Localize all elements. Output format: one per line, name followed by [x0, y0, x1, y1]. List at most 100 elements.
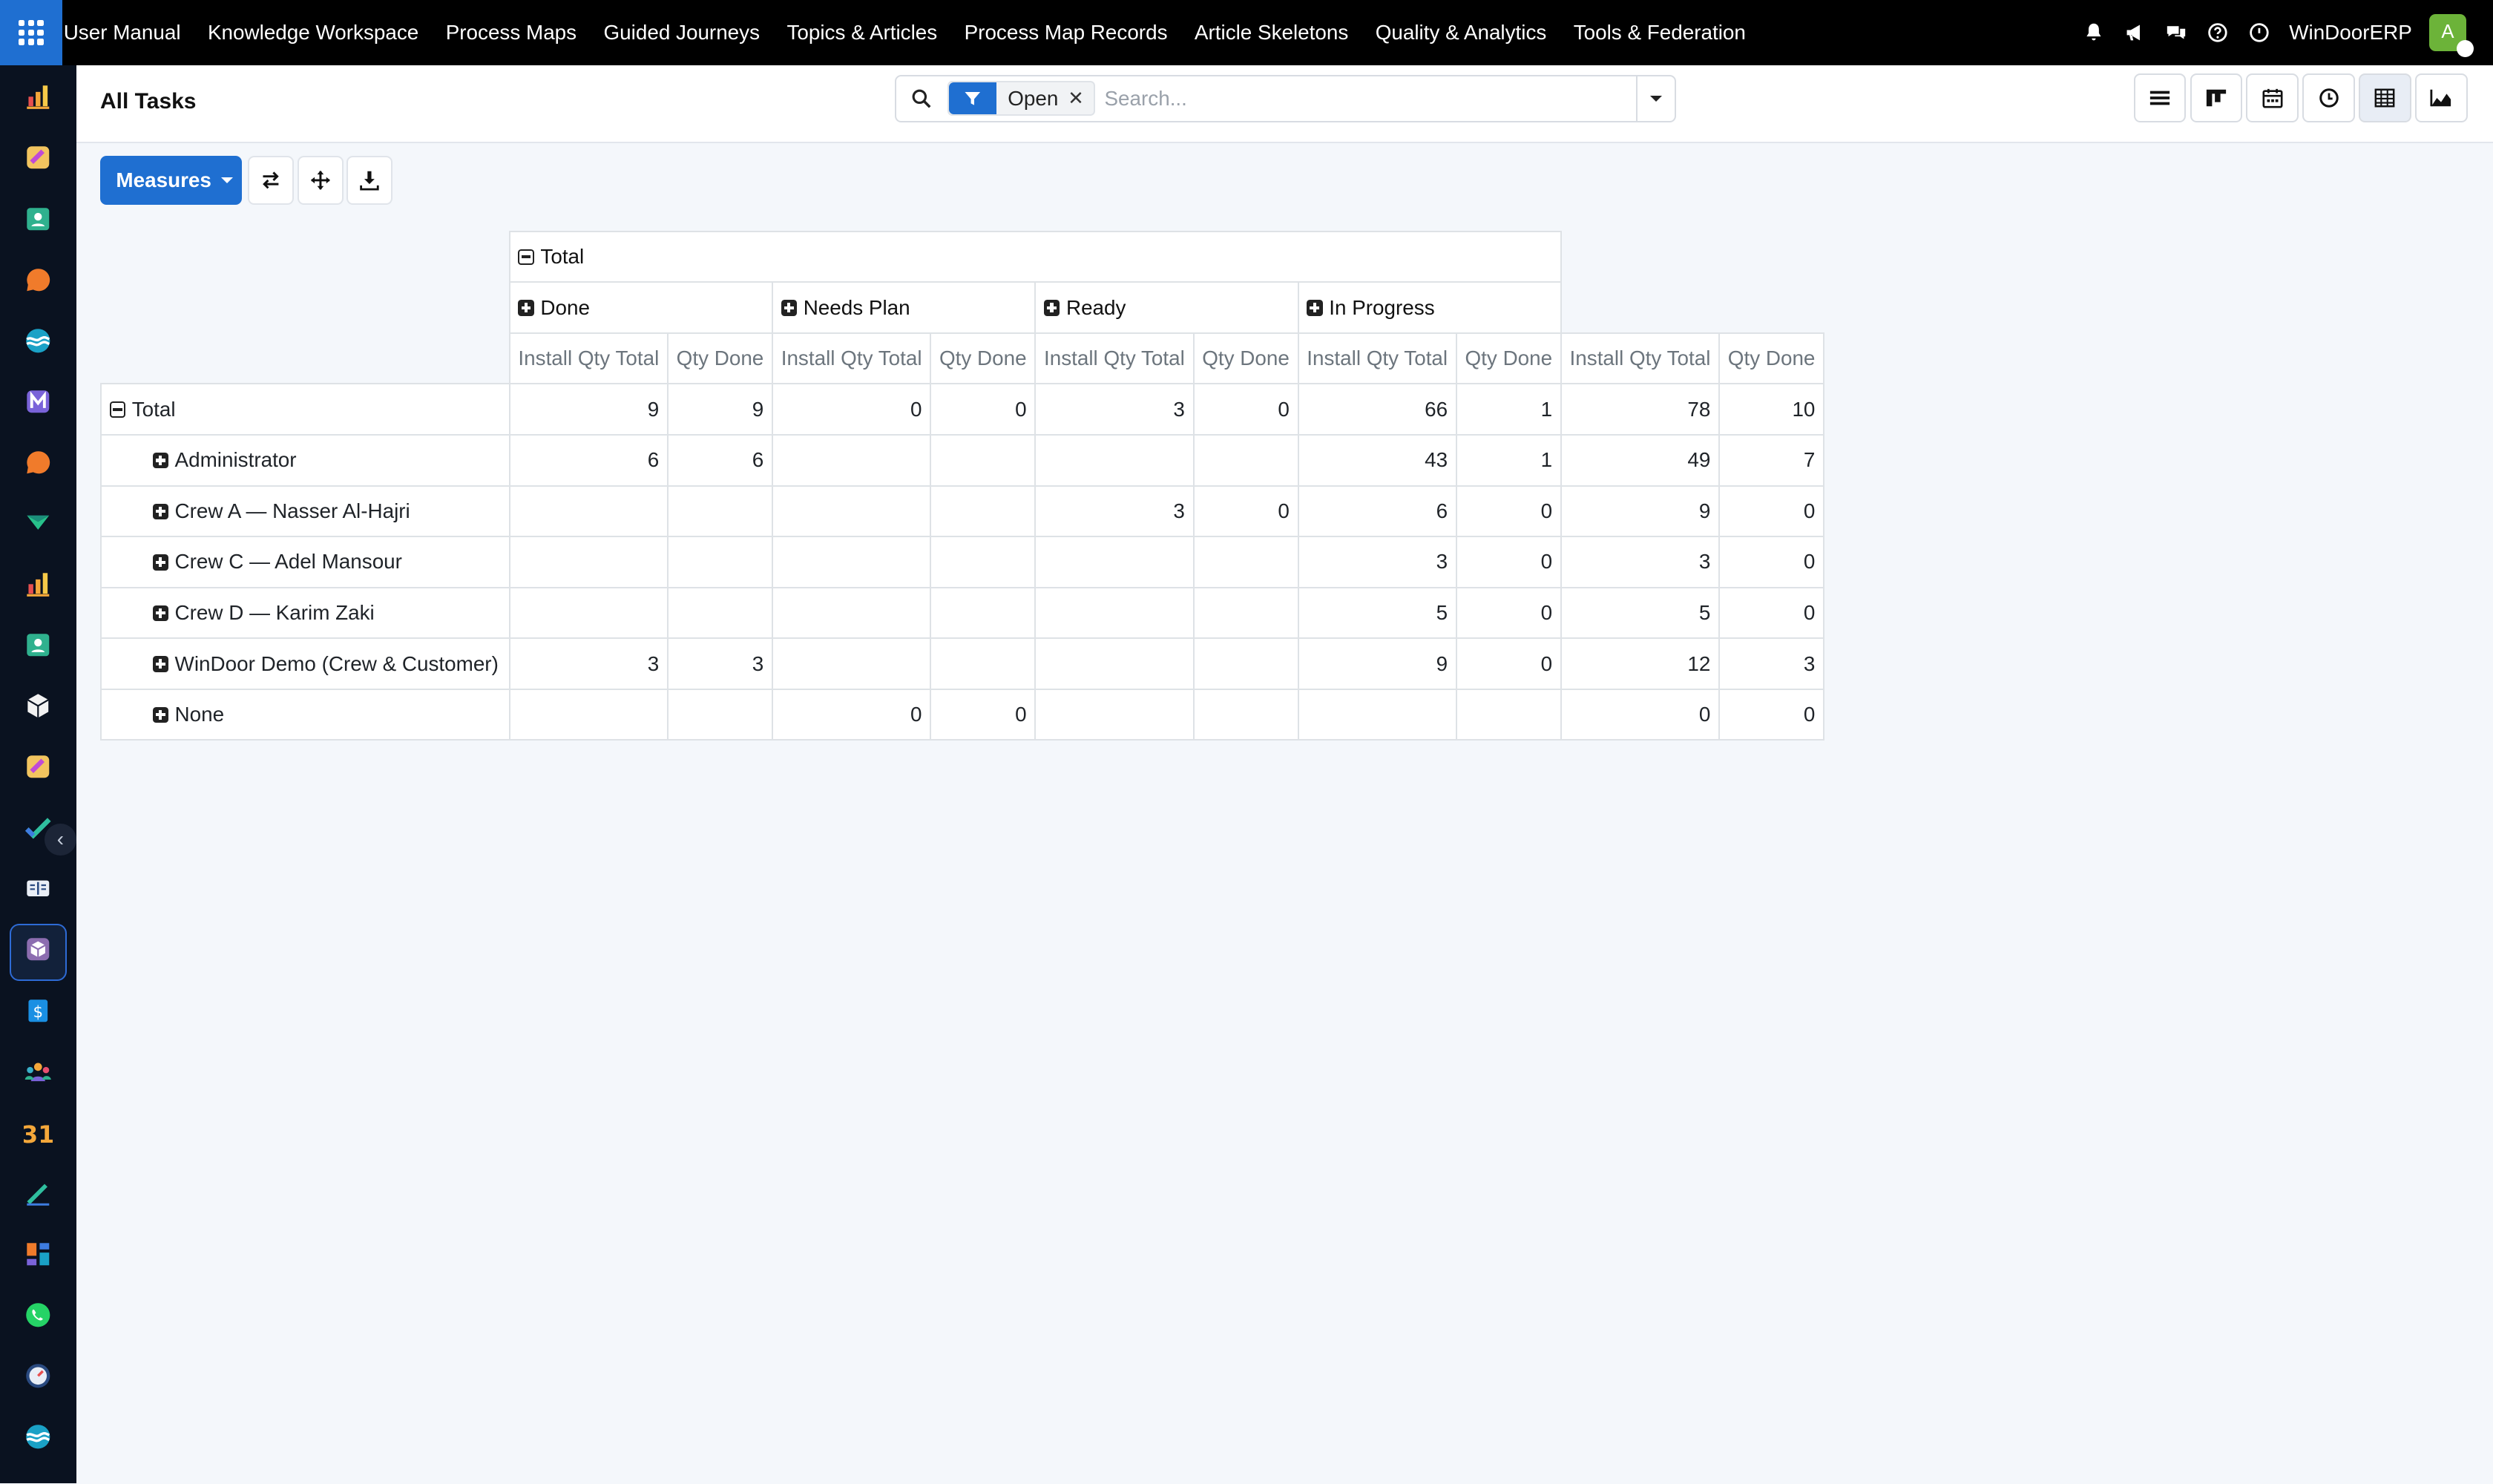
menu-item-8[interactable]: Tools & Federation [1574, 21, 1746, 45]
pivot-cell[interactable]: 3 [1034, 383, 1195, 436]
pivot-cell[interactable]: 0 [930, 688, 1037, 741]
pivot-cell[interactable]: 0 [1192, 485, 1299, 538]
bell-icon[interactable] [2083, 22, 2105, 44]
measures-dropdown-button[interactable]: Measures [100, 156, 242, 206]
pivot-cell[interactable]: 0 [1455, 485, 1562, 538]
pivot-cell[interactable] [930, 586, 1037, 640]
pivot-col-header-group[interactable]: Needs Plan [771, 281, 1037, 334]
pivot-cell[interactable]: 3 [1297, 536, 1457, 588]
menu-item-5[interactable]: Process Map Records [965, 21, 1168, 45]
pivot-cell[interactable]: 0 [1455, 637, 1562, 690]
pivot-measure-header[interactable]: Install Qty Total [1560, 332, 1721, 385]
pivot-cell[interactable]: 6 [666, 433, 773, 487]
dollar-doc-icon[interactable]: $ [22, 994, 54, 1026]
pivot-measure-header[interactable]: Qty Done [1192, 332, 1299, 385]
pivot-cell[interactable] [1034, 637, 1195, 690]
pivot-cell[interactable]: 3 [1718, 637, 1825, 690]
pivot-cell[interactable] [772, 433, 932, 487]
pivot-cell[interactable]: 0 [1718, 536, 1825, 588]
menu-item-7[interactable]: Quality & Analytics [1376, 21, 1547, 45]
pivot-measure-header[interactable]: Install Qty Total [508, 332, 669, 385]
pivot-cell[interactable] [772, 637, 932, 690]
pivot-cell[interactable]: 0 [1718, 485, 1825, 538]
whatsapp-icon[interactable] [22, 1299, 54, 1331]
pivot-row-header[interactable]: None [100, 688, 510, 741]
pivot-cell[interactable] [508, 688, 669, 741]
pivot-cell[interactable]: 0 [1560, 688, 1721, 741]
gauge-icon[interactable] [22, 1360, 54, 1392]
pivot-cell[interactable] [930, 433, 1037, 487]
pivot-cell[interactable]: 1 [1455, 433, 1562, 487]
pivot-cell[interactable]: 0 [1455, 586, 1562, 640]
pivot-cell[interactable]: 0 [930, 383, 1037, 436]
search-icon[interactable] [896, 88, 945, 109]
pivot-cell[interactable] [1034, 433, 1195, 487]
pivot-col-header-group[interactable]: In Progress [1297, 281, 1562, 334]
help-icon[interactable] [2207, 22, 2229, 44]
pivot-row-header[interactable]: WinDoor Demo (Crew & Customer) [100, 637, 510, 690]
pivot-cell[interactable]: 7 [1718, 433, 1825, 487]
pivot-cell[interactable]: 78 [1560, 383, 1721, 436]
book-icon[interactable] [22, 873, 54, 904]
search-input[interactable] [1094, 77, 1637, 119]
chat-bubble-icon[interactable] [22, 263, 54, 295]
pivot-cell[interactable] [1192, 637, 1299, 690]
pivot-col-header-total[interactable]: Total [508, 230, 1562, 283]
chat-icon[interactable] [2165, 22, 2187, 44]
cube-icon[interactable] [22, 690, 54, 722]
puzzle-icon[interactable] [22, 751, 54, 783]
pivot-cell[interactable]: 49 [1560, 433, 1721, 487]
pivot-cell[interactable]: 0 [1718, 586, 1825, 640]
pivot-cell[interactable] [772, 536, 932, 588]
dashboard-icon[interactable] [22, 1238, 54, 1270]
pivot-measure-header[interactable]: Qty Done [1718, 332, 1825, 385]
company-switcher[interactable]: WinDoorERP [2289, 21, 2412, 45]
pivot-row-header[interactable]: Administrator [100, 433, 510, 487]
pivot-cell[interactable]: 5 [1560, 586, 1721, 640]
menu-item-2[interactable]: Process Maps [446, 21, 577, 45]
pivot-view-button[interactable] [2359, 73, 2411, 122]
megaphone-icon[interactable] [2124, 22, 2146, 44]
pivot-cell[interactable]: 10 [1718, 383, 1825, 436]
globe-wave-icon[interactable] [22, 325, 54, 357]
pivot-measure-header[interactable]: Qty Done [930, 332, 1037, 385]
pivot-cell[interactable] [930, 637, 1037, 690]
pivot-cell[interactable]: 6 [1297, 485, 1457, 538]
pivot-cell[interactable] [666, 485, 773, 538]
checkmark-icon[interactable] [22, 812, 54, 844]
pivot-cell[interactable]: 0 [772, 688, 932, 741]
kanban-view-button[interactable] [2190, 73, 2243, 122]
pivot-cell[interactable] [772, 586, 932, 640]
check-flag-icon[interactable] [22, 508, 54, 539]
pivot-cell[interactable] [666, 536, 773, 588]
pen-icon[interactable] [22, 1178, 54, 1209]
pivot-cell[interactable] [508, 586, 669, 640]
pivot-cell[interactable] [930, 536, 1037, 588]
pivot-measure-header[interactable]: Qty Done [666, 332, 773, 385]
pivot-row-header[interactable]: Crew A — Nasser Al-Hajri [100, 485, 510, 538]
pivot-cell[interactable]: 5 [1297, 586, 1457, 640]
pivot-measure-header[interactable]: Install Qty Total [1034, 332, 1195, 385]
menu-item-1[interactable]: Knowledge Workspace [208, 21, 418, 45]
pivot-cell[interactable]: 0 [1718, 688, 1825, 741]
bar-chart-icon[interactable] [22, 568, 54, 600]
pivot-cell[interactable] [1455, 688, 1562, 741]
pivot-cell[interactable] [930, 485, 1037, 538]
calendar-31-icon[interactable]: 31 [22, 1117, 54, 1149]
menu-item-0[interactable]: User Manual [64, 21, 181, 45]
pivot-cell[interactable]: 9 [1560, 485, 1721, 538]
contact-card-icon[interactable] [22, 203, 54, 234]
remove-facet-button[interactable]: ✕ [1068, 88, 1093, 110]
pivot-cell[interactable] [1034, 688, 1195, 741]
menu-item-3[interactable]: Guided Journeys [604, 21, 761, 45]
pivot-cell[interactable]: 0 [1192, 383, 1299, 436]
pivot-cell[interactable]: 9 [666, 383, 773, 436]
pivot-cell[interactable]: 3 [1034, 485, 1195, 538]
pivot-cell[interactable]: 3 [1560, 536, 1721, 588]
globe-wave-icon[interactable] [22, 1421, 54, 1453]
pivot-row-header[interactable]: Crew D — Karim Zaki [100, 586, 510, 640]
apps-menu-button[interactable] [0, 0, 62, 65]
pivot-cell[interactable]: 0 [1455, 536, 1562, 588]
contact-card-icon[interactable] [22, 629, 54, 661]
pivot-measure-header[interactable]: Qty Done [1455, 332, 1562, 385]
